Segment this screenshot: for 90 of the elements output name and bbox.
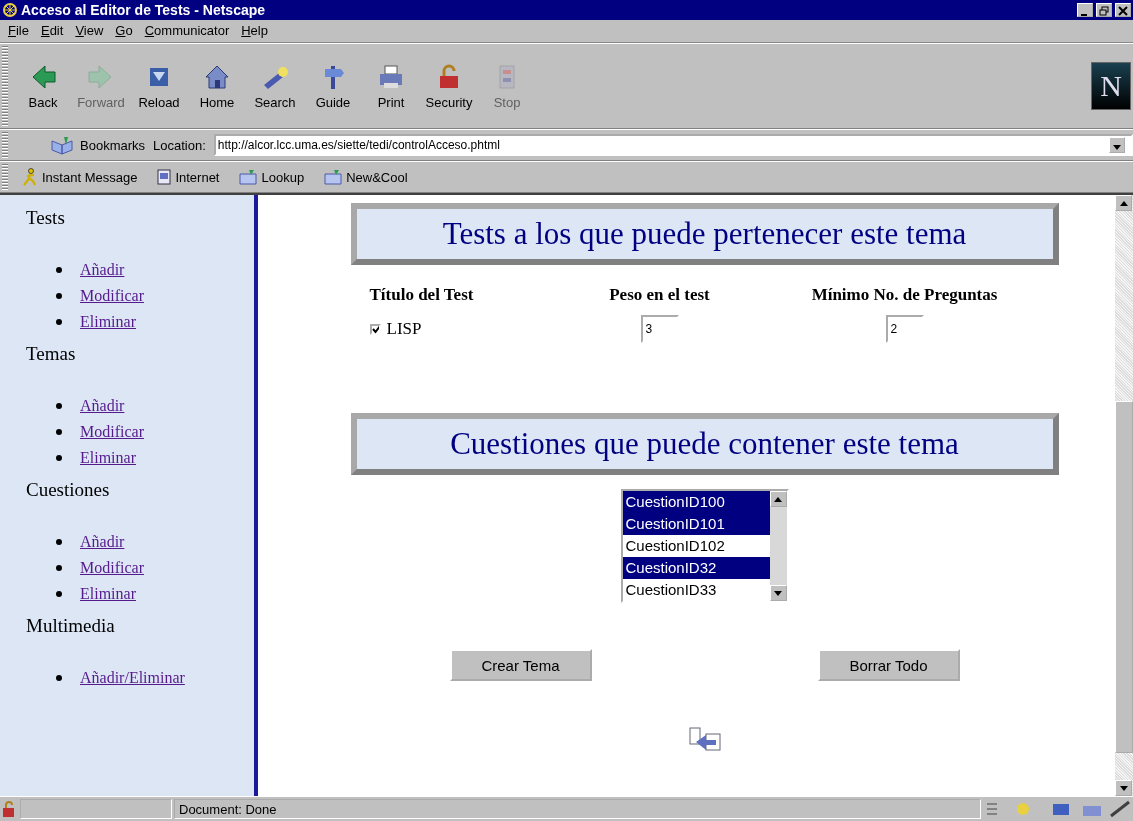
sidebar-link[interactable]: Añadir: [80, 397, 125, 414]
bullet-icon: [56, 428, 62, 435]
printer-icon: [377, 62, 405, 91]
sidebar-link[interactable]: Modificar: [80, 423, 144, 440]
sidebar-link[interactable]: Eliminar: [80, 449, 136, 466]
bookmark-link[interactable]: Internet: [153, 169, 230, 185]
scroll-down-button[interactable]: [1115, 780, 1132, 796]
weight-field[interactable]: 3: [640, 315, 679, 343]
toolbar-grip[interactable]: [2, 164, 8, 190]
scroll-down-button[interactable]: [769, 585, 787, 601]
menu-item[interactable]: Help: [241, 23, 268, 39]
column-header: Título del Test: [369, 285, 475, 305]
bullet-icon: [56, 674, 62, 681]
running-figure-icon: [22, 168, 38, 186]
question-list[interactable]: CuestionID100 CuestionID101 CuestionID102 CuestionID32 CuestionID33: [620, 489, 789, 603]
bullet-icon: [56, 292, 62, 299]
menu-item[interactable]: View: [75, 23, 104, 39]
bullet-icon: [56, 590, 62, 597]
folder-icon: [324, 169, 343, 185]
bookmarks-button[interactable]: Bookmarks: [20, 135, 146, 155]
close-button[interactable]: [1115, 3, 1131, 17]
sidebar-link[interactable]: Eliminar: [80, 313, 136, 330]
column-header: Peso en el test: [608, 285, 711, 305]
back-document-icon[interactable]: [687, 727, 722, 753]
bookmark-link[interactable]: Lookup: [235, 169, 315, 185]
toolbar-button[interactable]: Security: [422, 62, 476, 110]
form-button[interactable]: Borrar Todo: [817, 649, 960, 681]
sidebar-link[interactable]: Añadir: [80, 261, 125, 278]
checkbox[interactable]: [369, 323, 381, 335]
toolbar-button[interactable]: Search: [248, 62, 302, 110]
sidebar-heading: Cuestiones: [26, 479, 111, 501]
toolbar-button[interactable]: Guide: [306, 62, 360, 110]
minimize-button[interactable]: [1077, 3, 1093, 17]
toolbar-grip[interactable]: [2, 132, 8, 158]
min-questions-field[interactable]: 2: [885, 315, 924, 343]
bullet-icon: [56, 402, 62, 409]
bookmark-icon: [50, 135, 76, 155]
status-text: Document: Done: [174, 799, 981, 819]
column-header: Mínimo No. de Preguntas: [810, 285, 999, 305]
list-option[interactable]: CuestionID33: [622, 579, 770, 601]
logo: N: [1091, 62, 1131, 110]
bullet-icon: [56, 538, 62, 545]
globe-icon: [2, 2, 18, 18]
bookmark-link[interactable]: Instant Message: [18, 168, 148, 186]
close-icon: [1118, 6, 1128, 16]
toolbar-button[interactable]: Home: [190, 62, 244, 110]
scrollbar[interactable]: [1115, 195, 1133, 796]
menu-item[interactable]: Communicator: [144, 23, 230, 39]
restore-button[interactable]: [1096, 3, 1112, 17]
toolbar-button[interactable]: Reload: [132, 62, 186, 110]
menu-item[interactable]: File: [8, 23, 29, 39]
list-option[interactable]: CuestionID101: [622, 513, 770, 535]
test-title: LISP: [386, 319, 422, 339]
sidebar-heading: Tests: [26, 207, 66, 229]
toolbar-button[interactable]: Print: [364, 62, 418, 110]
caret-down-icon: [1119, 785, 1128, 791]
sidebar-link[interactable]: Añadir/Eliminar: [80, 669, 185, 686]
caret-up-icon: [774, 496, 782, 502]
sidebar-link[interactable]: Eliminar: [80, 585, 136, 602]
folder-icon: [239, 169, 258, 185]
caret-down-icon: [774, 590, 782, 596]
document-icon: [157, 169, 172, 185]
url-field[interactable]: http://alcor.lcc.uma.es/siette/tedi/controlAcceso.phtml: [213, 134, 1133, 156]
caret-up-icon: [1119, 200, 1128, 206]
sidebar-heading: Multimedia: [26, 615, 116, 637]
location-label: Location:: [153, 137, 206, 153]
bullet-icon: [56, 454, 62, 461]
bullet-icon: [56, 564, 62, 571]
menu-item[interactable]: Edit: [40, 23, 64, 39]
form-button[interactable]: Crear Tema: [449, 649, 592, 681]
bullet-icon: [56, 266, 62, 273]
list-option[interactable]: CuestionID102: [622, 535, 770, 557]
window-title: Acceso al Editor de Tests - Netscape: [21, 2, 267, 18]
menu-item[interactable]: Go: [115, 23, 133, 39]
sidebar-link[interactable]: Modificar: [80, 559, 144, 576]
scroll-up-button[interactable]: [1115, 195, 1132, 211]
caret-down-icon: [1113, 145, 1121, 150]
bookmark-link[interactable]: New&Cool: [320, 169, 418, 185]
sidebar-link[interactable]: Modificar: [80, 287, 144, 304]
list-option[interactable]: CuestionID32: [622, 557, 770, 579]
bullet-icon: [56, 318, 62, 325]
toolbar-grip[interactable]: [2, 46, 8, 126]
section-heading: Tests a los que puede pertenecer este tema: [350, 203, 1059, 265]
restore-icon: [1099, 6, 1109, 16]
dropdown-button[interactable]: [1109, 137, 1125, 153]
section-heading: Cuestiones que puede contener este tema: [350, 413, 1059, 475]
list-option[interactable]: CuestionID100: [622, 491, 770, 513]
sidebar-link[interactable]: Añadir: [80, 533, 125, 550]
toolbar-button[interactable]: Back: [16, 62, 70, 110]
sidebar-heading: Temas: [26, 343, 77, 365]
